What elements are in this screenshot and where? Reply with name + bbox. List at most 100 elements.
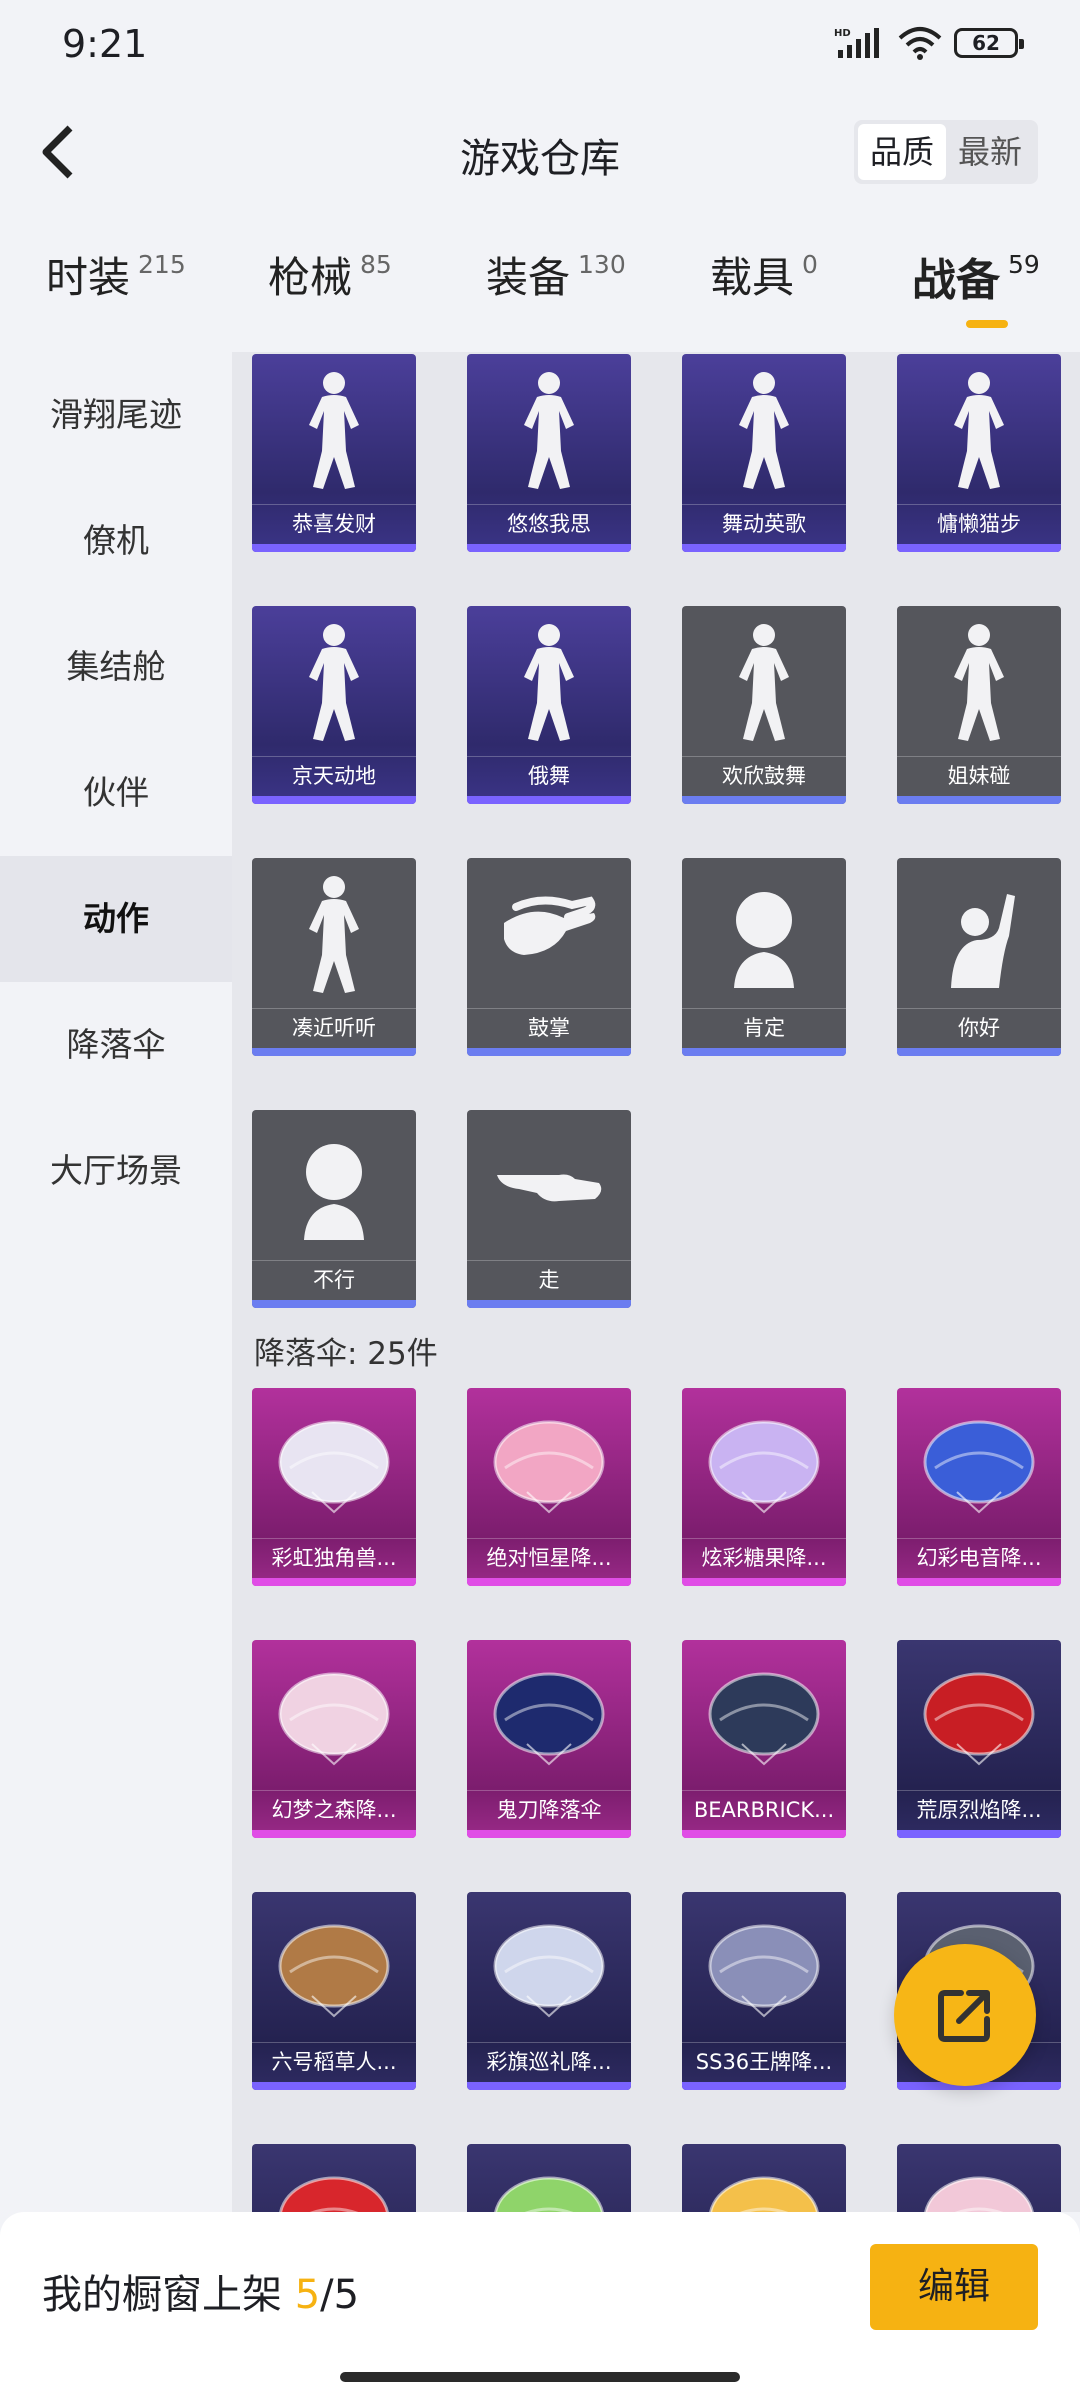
quality-bar: [252, 1578, 416, 1586]
action-card[interactable]: 京天动地: [252, 606, 416, 804]
sidebar-item-rally-pod[interactable]: 集结舱: [0, 604, 232, 730]
action-name: 鼓掌: [467, 1008, 631, 1048]
tab-label: 载具: [710, 253, 795, 302]
action-card[interactable]: 俄舞: [467, 606, 631, 804]
action-card[interactable]: 你好: [897, 858, 1061, 1056]
parachute-icon: [682, 2144, 846, 2212]
parachute-card[interactable]: [682, 2144, 846, 2212]
parachute-card[interactable]: [897, 2144, 1061, 2212]
parachute-icon: [897, 2144, 1061, 2212]
sidebar-item-parachute[interactable]: 降落伞: [0, 982, 232, 1108]
action-card[interactable]: 鼓掌: [467, 858, 631, 1056]
system-icons: HD 62: [834, 26, 1024, 60]
action-card[interactable]: 凑近听听: [252, 858, 416, 1056]
quality-bar: [252, 1048, 416, 1056]
quality-bar: [467, 1048, 631, 1056]
quality-bar: [897, 1830, 1061, 1838]
gesture-icon: [897, 606, 1061, 756]
action-name: 不行: [252, 1260, 416, 1300]
parachute-name: 荒原烈焰降...: [897, 1790, 1061, 1830]
action-card[interactable]: 不行: [252, 1110, 416, 1308]
quality-bar: [467, 544, 631, 552]
parachute-card[interactable]: 绝对恒星降...: [467, 1388, 631, 1586]
edit-button[interactable]: 编辑: [870, 2244, 1038, 2330]
parachute-icon: [682, 1640, 846, 1790]
tab-fashion[interactable]: 时装 215: [46, 244, 186, 305]
parachute-card[interactable]: 彩旗巡礼降...: [467, 1892, 631, 2090]
quality-bar: [897, 1048, 1061, 1056]
showcase-label: 我的橱窗上架: [42, 2272, 295, 2318]
action-card[interactable]: 恭喜发财: [252, 354, 416, 552]
tab-label: 枪械: [268, 253, 353, 302]
parachute-icon: [252, 1640, 416, 1790]
quality-bar: [682, 544, 846, 552]
parachute-card[interactable]: BEARBRICK...: [682, 1640, 846, 1838]
parachute-name: 幻彩电音降...: [897, 1538, 1061, 1578]
sidebar-item-glide-trail[interactable]: 滑翔尾迹: [0, 352, 232, 478]
tab-vehicles[interactable]: 载具 0: [710, 244, 818, 305]
action-name: 欢欣鼓舞: [682, 756, 846, 796]
sidebar-item-companion[interactable]: 伙伴: [0, 730, 232, 856]
clap-icon: [467, 858, 631, 1008]
action-card[interactable]: 欢欣鼓舞: [682, 606, 846, 804]
sidebar-item-action[interactable]: 动作: [0, 856, 232, 982]
parachute-name: 炫彩糖果降...: [682, 1538, 846, 1578]
gesture-icon: [252, 606, 416, 756]
share-fab-button[interactable]: [894, 1944, 1036, 2086]
quality-bar: [252, 796, 416, 804]
sidebar-item-wingman[interactable]: 僚机: [0, 478, 232, 604]
quality-bar: [682, 2082, 846, 2090]
action-card[interactable]: 姐妹碰: [897, 606, 1061, 804]
tab-equipment[interactable]: 装备 130: [486, 244, 626, 305]
item-grid-area: 恭喜发财 悠悠我思 舞动英歌 慵懒猫步京天动地 俄舞 欢欣鼓舞 姐妹碰凑近听听 鼓掌 肯定 你好不…: [232, 352, 1080, 2212]
parachute-section-title: 降落伞: 25件: [254, 1336, 438, 1372]
parachute-card[interactable]: SS36王牌降...: [682, 1892, 846, 2090]
quality-bar: [467, 1300, 631, 1308]
parachute-icon: [467, 1892, 631, 2042]
sort-quality[interactable]: 品质: [857, 124, 946, 180]
gesture-icon: [467, 354, 631, 504]
action-card[interactable]: 走: [467, 1110, 631, 1308]
tab-count: 0: [802, 250, 818, 279]
status-time: 9:21: [62, 22, 148, 66]
quality-bar: [467, 1578, 631, 1586]
tab-guns[interactable]: 枪械 85: [268, 244, 392, 305]
action-card[interactable]: 悠悠我思: [467, 354, 631, 552]
gesture-icon: [252, 354, 416, 504]
quality-bar: [252, 544, 416, 552]
parachute-name: 彩旗巡礼降...: [467, 2042, 631, 2082]
parachute-name: 六号稻草人...: [252, 2042, 416, 2082]
quality-bar: [682, 1578, 846, 1586]
gesture-icon: [467, 606, 631, 756]
action-name: 姐妹碰: [897, 756, 1061, 796]
sidebar-item-lobby-scene[interactable]: 大厅场景: [0, 1108, 232, 1234]
parachute-card[interactable]: [467, 2144, 631, 2212]
parachute-card[interactable]: 幻梦之森降...: [252, 1640, 416, 1838]
tab-label: 战备: [912, 255, 1000, 306]
svg-text:HD: HD: [834, 28, 851, 39]
action-card[interactable]: 舞动英歌: [682, 354, 846, 552]
parachute-card[interactable]: 彩虹独角兽...: [252, 1388, 416, 1586]
showcase-status: 我的橱窗上架 5/5: [42, 2262, 359, 2320]
action-card[interactable]: 肯定: [682, 858, 846, 1056]
parachute-card[interactable]: 荒原烈焰降...: [897, 1640, 1061, 1838]
tab-count: 130: [578, 250, 626, 279]
parachute-icon: [897, 1388, 1061, 1538]
parachute-icon: [252, 1892, 416, 2042]
sort-newest[interactable]: 最新: [946, 124, 1034, 180]
parachute-card[interactable]: 炫彩糖果降...: [682, 1388, 846, 1586]
parachute-card[interactable]: 鬼刀降落伞: [467, 1640, 631, 1838]
action-name: 俄舞: [467, 756, 631, 796]
quality-bar: [467, 796, 631, 804]
parachute-name: 鬼刀降落伞: [467, 1790, 631, 1830]
showcase-total: /5: [320, 2272, 360, 2318]
parachute-card[interactable]: 六号稻草人...: [252, 1892, 416, 2090]
category-tabs: 时装 215 枪械 85 装备 130 载具 0 战备 59: [0, 244, 1080, 344]
quality-bar: [682, 796, 846, 804]
parachute-card[interactable]: 幻彩电音降...: [897, 1388, 1061, 1586]
parachute-card[interactable]: [252, 2144, 416, 2212]
action-card[interactable]: 慵懒猫步: [897, 354, 1061, 552]
tab-battle-gear[interactable]: 战备 59: [912, 244, 1040, 328]
action-name: 恭喜发财: [252, 504, 416, 544]
quality-bar: [897, 1578, 1061, 1586]
